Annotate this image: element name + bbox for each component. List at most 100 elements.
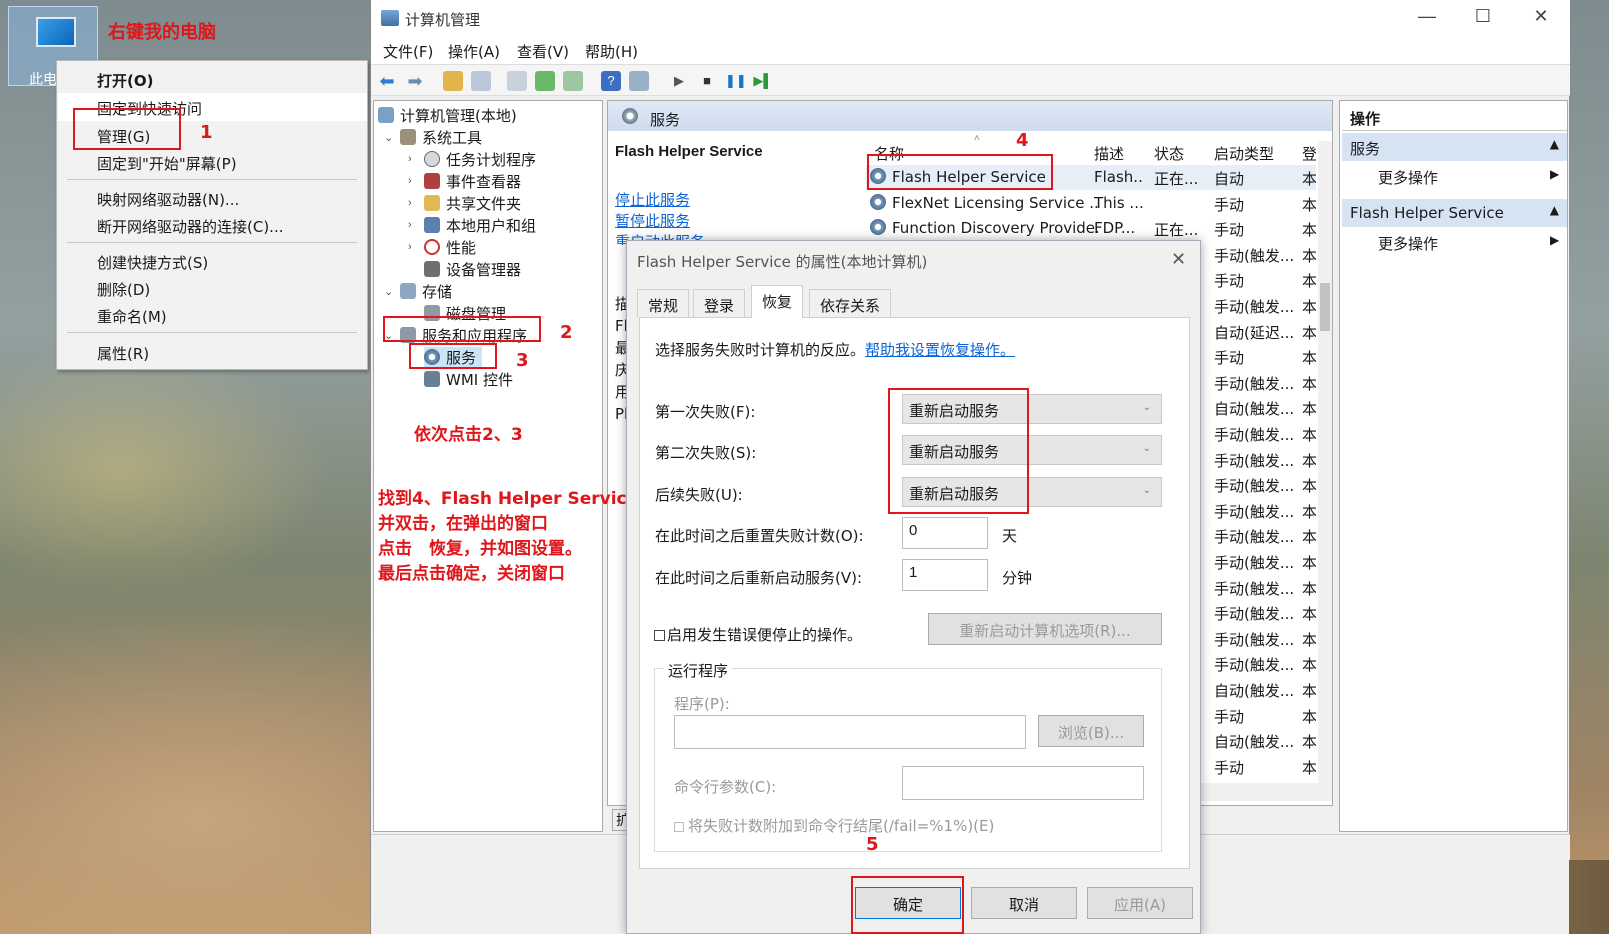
- menu-file[interactable]: 文件(F): [383, 41, 433, 62]
- tree-local-users[interactable]: 本地用户和组: [424, 215, 536, 236]
- refresh-icon[interactable]: [535, 71, 555, 91]
- properties-icon[interactable]: [507, 71, 527, 91]
- table-row[interactable]: FlexNet Licensing Service ... This ... 手动 本: [866, 191, 1316, 216]
- column-startup-type[interactable]: 启动类型: [1214, 143, 1274, 164]
- tab-recovery[interactable]: 恢复: [751, 285, 804, 318]
- browse-button[interactable]: 浏览(B)...: [1038, 715, 1144, 747]
- back-arrow-icon[interactable]: ⬅: [377, 71, 397, 91]
- vertical-scrollbar[interactable]: [1318, 141, 1332, 801]
- actions-section-flash[interactable]: Flash Helper Service ▲: [1342, 199, 1567, 227]
- actions-section-services[interactable]: 服务 ▲: [1342, 133, 1567, 161]
- tree-device-manager[interactable]: 设备管理器: [424, 259, 521, 280]
- tree-shared-folders[interactable]: 共享文件夹: [424, 193, 521, 214]
- gear-icon: [870, 219, 886, 236]
- action-pane-icon[interactable]: [629, 71, 649, 91]
- tree-system-tools[interactable]: 系统工具: [400, 127, 482, 148]
- column-status[interactable]: 状态: [1154, 143, 1184, 164]
- menu-item-create-shortcut[interactable]: 创建快捷方式(S): [97, 252, 208, 273]
- tree-system-tools-label: 系统工具: [422, 129, 483, 147]
- cell-startup: 手动(触发...: [1214, 554, 1295, 572]
- restart-minutes-input[interactable]: 1: [902, 559, 988, 591]
- program-input[interactable]: [674, 715, 1026, 749]
- enable-actions-checkbox[interactable]: 启用发生错误便停止的操作。: [654, 624, 862, 645]
- tree-performance[interactable]: 性能: [424, 237, 476, 258]
- services-header-title: 服务: [650, 111, 681, 129]
- tree-task-scheduler[interactable]: 任务计划程序: [424, 149, 536, 170]
- reset-count-input[interactable]: 0: [902, 517, 988, 549]
- chevron-right-icon[interactable]: ›: [408, 241, 412, 253]
- start-service-icon[interactable]: ▶: [669, 71, 689, 91]
- clock-icon: [424, 151, 440, 167]
- menu-item-pin-start[interactable]: 固定到"开始"屏幕(P): [97, 153, 237, 174]
- dialog-title: Flash Helper Service 的属性(本地计算机): [637, 253, 928, 271]
- column-logon[interactable]: 登: [1302, 143, 1316, 164]
- checkbox-icon[interactable]: [674, 822, 684, 832]
- reboot-options-button[interactable]: 重新启动计算机选项(R)...: [928, 613, 1162, 645]
- cmd-args-input[interactable]: [902, 766, 1144, 800]
- menu-item-open[interactable]: 打开(O): [97, 70, 153, 91]
- close-button[interactable]: ✕: [1521, 6, 1561, 30]
- menu-action[interactable]: 操作(A): [448, 41, 500, 62]
- checkbox-icon[interactable]: [654, 630, 665, 641]
- tab-general[interactable]: 常规: [637, 289, 690, 317]
- menu-view[interactable]: 查看(V): [517, 41, 569, 62]
- stop-service-link-text[interactable]: 停止此服务: [615, 191, 690, 209]
- menu-help[interactable]: 帮助(H): [585, 41, 638, 62]
- restart-minutes-unit: 分钟: [1002, 569, 1033, 587]
- export-list-icon[interactable]: [563, 71, 583, 91]
- help-icon[interactable]: ?: [601, 71, 621, 91]
- chevron-right-icon[interactable]: ›: [408, 197, 412, 209]
- table-row[interactable]: Function Discovery Provide... FDP... 正在...…: [866, 216, 1316, 241]
- chevron-right-icon[interactable]: ›: [408, 153, 412, 165]
- cell-startup: 自动(触发...: [1214, 733, 1295, 752]
- pause-service-link-text[interactable]: 暂停此服务: [615, 212, 690, 230]
- stop-service-icon[interactable]: ■: [697, 71, 717, 91]
- second-failure-label: 第二次失败(S):: [655, 444, 757, 462]
- menu-item-delete[interactable]: 删除(D): [97, 279, 150, 300]
- enable-actions-label: 启用发生错误便停止的操作。: [667, 626, 863, 644]
- column-description[interactable]: 描述: [1094, 143, 1124, 164]
- chevron-right-icon[interactable]: ›: [408, 219, 412, 231]
- later-failure-label: 后续失败(U):: [655, 486, 743, 504]
- tree-storage[interactable]: 存储: [400, 281, 452, 302]
- pause-service-link[interactable]: 暂停此服务: [615, 210, 690, 231]
- forward-arrow-icon[interactable]: ➡: [405, 71, 425, 91]
- cell-startup: 自动: [1214, 170, 1245, 188]
- tree-root[interactable]: 计算机管理(本地): [378, 105, 517, 126]
- maximize-button[interactable]: ☐: [1463, 6, 1503, 30]
- apply-button[interactable]: 应用(A): [1087, 887, 1193, 919]
- chevron-right-icon[interactable]: ›: [408, 175, 412, 187]
- chevron-down-icon[interactable]: ⌄: [384, 131, 393, 144]
- chevron-down-icon[interactable]: ⌄: [384, 285, 393, 298]
- tab-dependencies[interactable]: 依存关系: [809, 289, 892, 317]
- menu-item-properties[interactable]: 属性(R): [97, 343, 149, 364]
- title-bar: 计算机管理 — ☐ ✕: [371, 0, 1570, 36]
- pause-service-icon[interactable]: ❚❚: [725, 71, 747, 91]
- tree-event-viewer[interactable]: 事件查看器: [424, 171, 521, 192]
- show-hide-tree-icon[interactable]: [471, 71, 491, 91]
- minimize-button[interactable]: —: [1407, 6, 1447, 30]
- stop-service-link[interactable]: 停止此服务: [615, 189, 690, 210]
- help-link[interactable]: 帮助我设置恢复操作。: [865, 341, 1015, 359]
- cancel-button[interactable]: 取消: [971, 887, 1077, 919]
- dialog-close-icon[interactable]: ✕: [1171, 249, 1186, 270]
- first-failure-label: 第一次失败(F):: [655, 403, 756, 421]
- collapse-icon[interactable]: ▲: [1550, 137, 1559, 151]
- up-folder-icon[interactable]: [443, 71, 463, 91]
- menu-item-rename[interactable]: 重命名(M): [97, 306, 167, 327]
- scrollbar-thumb[interactable]: [1320, 283, 1330, 331]
- more-actions-1[interactable]: 更多操作: [1378, 167, 1438, 188]
- append-fail-checkbox[interactable]: 将失败计数附加到命令行结尾(/fail=%1%)(E): [674, 815, 994, 836]
- menu-item-disconnect-drive[interactable]: 断开网络驱动器的连接(C)...: [97, 216, 283, 237]
- run-program-title: 运行程序: [664, 660, 733, 681]
- collapse-icon[interactable]: ▲: [1550, 203, 1559, 217]
- cell-name: Function Discovery Provide...: [892, 219, 1098, 238]
- menu-item-map-drive[interactable]: 映射网络驱动器(N)...: [97, 189, 239, 210]
- cell-logon: 本: [1302, 272, 1316, 291]
- tab-logon[interactable]: 登录: [693, 289, 746, 317]
- restart-service-icon[interactable]: ▶▌: [753, 71, 773, 91]
- tree-wmi[interactable]: WMI 控件: [424, 369, 513, 390]
- cell-logon: 本: [1302, 426, 1316, 444]
- more-actions-2[interactable]: 更多操作: [1378, 233, 1438, 254]
- cell-desc: Flash...: [1094, 168, 1144, 186]
